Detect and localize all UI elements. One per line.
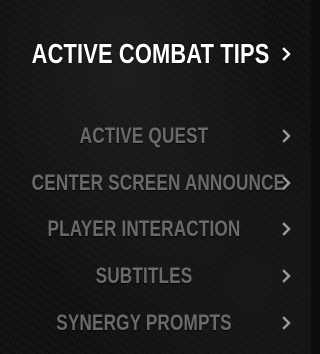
menu-item-synergy-prompts[interactable]: SYNERGY PROMPTS — [0, 308, 311, 338]
chevron-right-icon[interactable] — [282, 222, 292, 236]
menu-item-label: PLAYER INTERACTION — [47, 216, 241, 241]
menu-item-active-quest[interactable]: ACTIVE QUEST — [0, 121, 311, 151]
chevron-right-icon[interactable] — [282, 47, 292, 61]
menu-item-player-interaction[interactable]: PLAYER INTERACTION — [0, 214, 311, 244]
menu-item-label: ACTIVE QUEST — [79, 123, 209, 148]
menu-item-center-screen-announce[interactable]: CENTER SCREEN ANNOUNCE — [0, 168, 311, 198]
menu-item-label: CENTER SCREEN ANNOUNCE — [31, 170, 286, 195]
chevron-right-icon[interactable] — [282, 176, 292, 190]
menu-item-label: ACTIVE COMBAT TIPS — [31, 38, 270, 69]
settings-menu-panel: ACTIVE COMBAT TIPS ACTIVE QUEST CENTER S… — [0, 0, 311, 354]
menu-item-label: SUBTITLES — [95, 263, 193, 288]
chevron-right-icon[interactable] — [282, 269, 292, 283]
menu-item-label: SYNERGY PROMPTS — [56, 310, 232, 335]
menu-item-active-combat-tips[interactable]: ACTIVE COMBAT TIPS — [0, 36, 311, 72]
chevron-right-icon[interactable] — [282, 129, 292, 143]
menu-item-subtitles[interactable]: SUBTITLES — [0, 261, 311, 291]
chevron-right-icon[interactable] — [282, 316, 292, 330]
